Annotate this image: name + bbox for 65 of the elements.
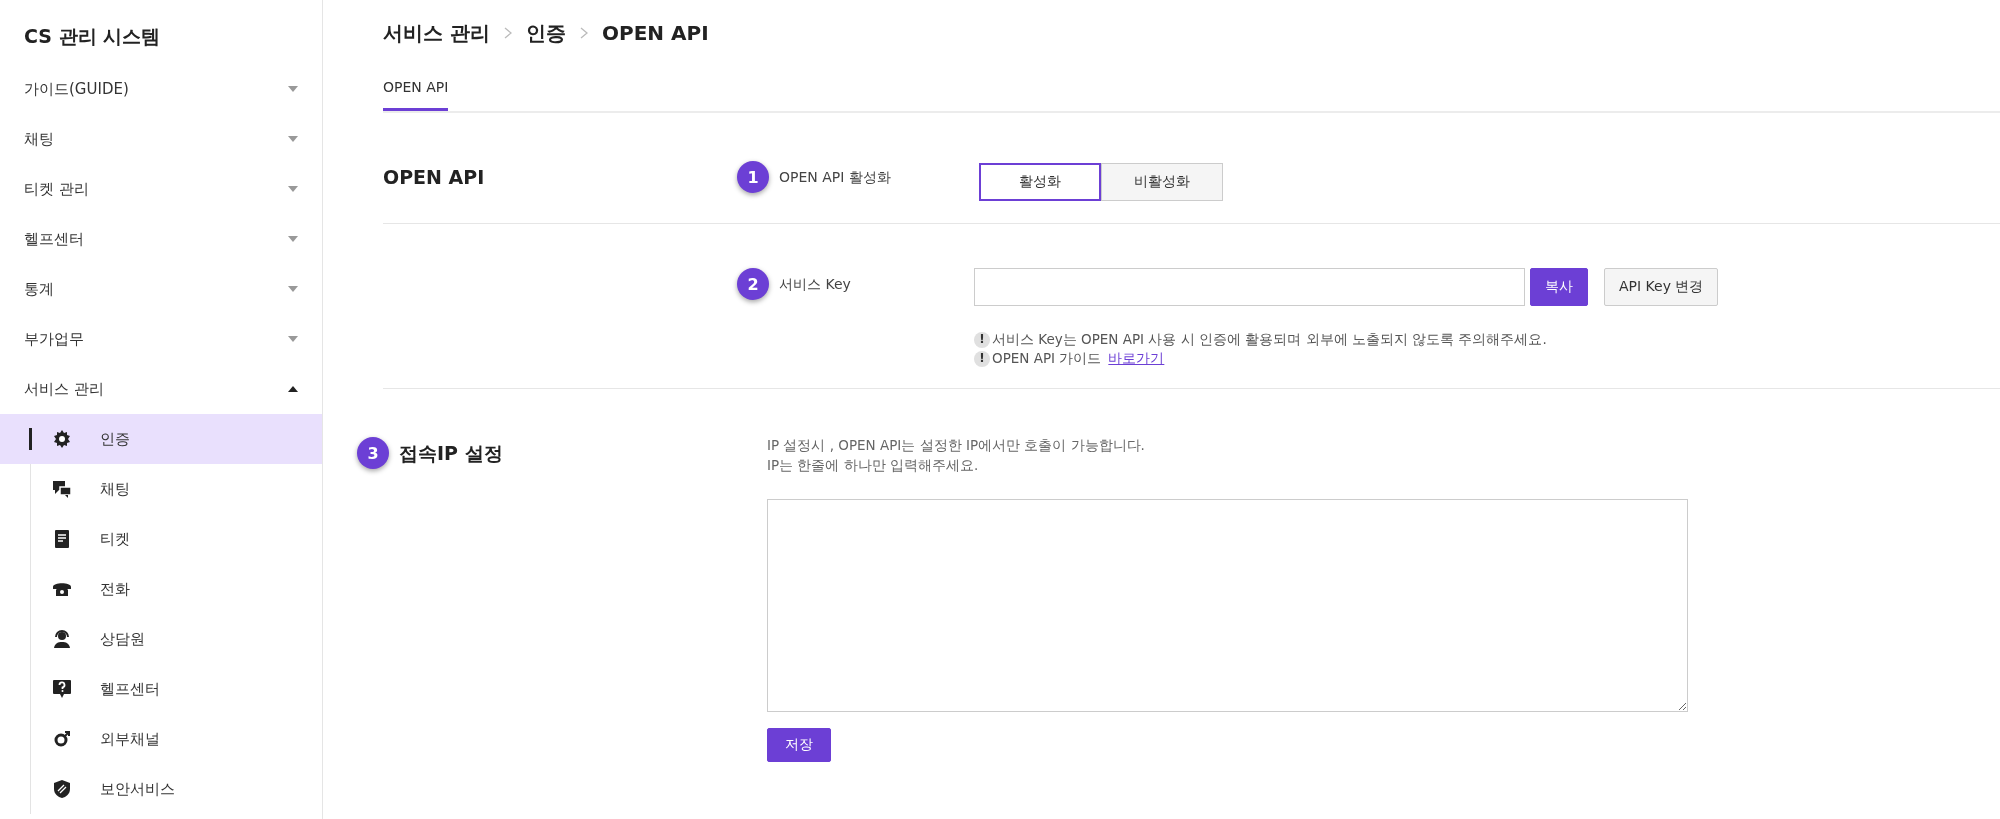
submenu-item[interactable]: 헬프센터 <box>0 664 322 714</box>
step-badge: 1 <box>737 161 769 193</box>
menu-label: 서비스 관리 <box>24 379 104 399</box>
field-label: 서비스 Key <box>779 275 852 294</box>
menu-item[interactable]: 가이드(GUIDE) <box>0 64 322 114</box>
menu-label: 가이드(GUIDE) <box>24 79 129 99</box>
menu-item[interactable]: 채팅 <box>0 114 322 164</box>
menu-label: 티켓 관리 <box>24 179 89 199</box>
toggle-option[interactable]: 비활성화 <box>1101 163 1223 201</box>
submenu-item[interactable]: 인증 <box>0 414 322 464</box>
tab[interactable]: OPEN API <box>383 66 449 111</box>
menu-label: 헬프센터 <box>24 229 84 249</box>
submenu-label: 티켓 <box>100 529 130 549</box>
change-key-button[interactable]: API Key 변경 <box>1604 268 1719 306</box>
note-text: 서비스 Key는 OPEN API 사용 시 인증에 활용되며 외부에 노출되지 않도록 주의해주세요. <box>992 330 1547 349</box>
menu-item[interactable]: 통계 <box>0 264 322 314</box>
menu-item[interactable]: 티켓 관리 <box>0 164 322 214</box>
chevron-right-icon <box>579 27 588 39</box>
app-title: CS 관리 시스템 <box>23 24 162 49</box>
submenu-item[interactable]: 상담원 <box>0 614 322 664</box>
question-icon <box>52 679 72 699</box>
submenu-item[interactable]: 전화 <box>0 564 322 614</box>
menu-label: 채팅 <box>24 129 54 149</box>
section-title: 접속IP 설정 <box>399 441 503 466</box>
menu-label: 통계 <box>24 279 54 299</box>
external-link-icon <box>52 729 72 749</box>
submenu-label: 보안서비스 <box>100 779 175 799</box>
submenu-label: 인증 <box>100 429 130 449</box>
agent-icon <box>52 629 72 649</box>
field-label: OPEN API 활성화 <box>779 168 892 187</box>
submenu-label: 상담원 <box>100 629 145 649</box>
step-badge: 3 <box>357 437 389 469</box>
menu-item[interactable]: 헬프센터 <box>0 214 322 264</box>
description-text: IP는 한줄에 하나만 입력해주세요. <box>767 456 980 475</box>
document-icon <box>52 529 72 549</box>
submenu-item[interactable]: 티켓 <box>0 514 322 564</box>
menu-label: 부가업무 <box>24 329 84 349</box>
warning-icon: ! <box>974 331 990 348</box>
submenu-item[interactable]: 보안서비스 <box>0 764 322 814</box>
submenu-item[interactable]: 외부채널 <box>0 714 322 764</box>
shield-icon <box>52 779 72 799</box>
submenu-label: 전화 <box>100 579 130 599</box>
submenu-item[interactable]: 채팅 <box>0 464 322 514</box>
menu-item[interactable]: 부가업무 <box>0 314 322 364</box>
chat-icon <box>52 479 72 499</box>
breadcrumb-item: 서비스 관리 <box>383 19 490 47</box>
toggle-option[interactable]: 활성화 <box>979 163 1101 201</box>
service-key-field[interactable] <box>974 268 1525 306</box>
section-title: OPEN API <box>383 165 485 190</box>
ip-input-area[interactable] <box>767 499 1688 712</box>
gear-icon <box>52 429 72 449</box>
save-button[interactable]: 저장 <box>767 728 831 762</box>
submenu-label: 헬프센터 <box>100 679 160 699</box>
guide-link[interactable]: 바로가기 <box>1108 349 1165 368</box>
submenu-label: 외부채널 <box>100 729 160 749</box>
description-text: IP 설정시 , OPEN API는 설정한 IP에서만 호출이 가능합니다. <box>767 436 1146 455</box>
submenu-label: 채팅 <box>100 479 130 499</box>
note-text: OPEN API 가이드 <box>992 349 1102 368</box>
chevron-right-icon <box>503 27 512 39</box>
menu-item[interactable]: 서비스 관리 <box>0 364 322 414</box>
step-badge: 2 <box>737 268 769 300</box>
warning-icon: ! <box>974 350 990 367</box>
copy-button[interactable]: 복사 <box>1530 268 1588 306</box>
breadcrumb-item: OPEN API <box>601 21 709 45</box>
breadcrumb-item: 인증 <box>525 19 566 47</box>
